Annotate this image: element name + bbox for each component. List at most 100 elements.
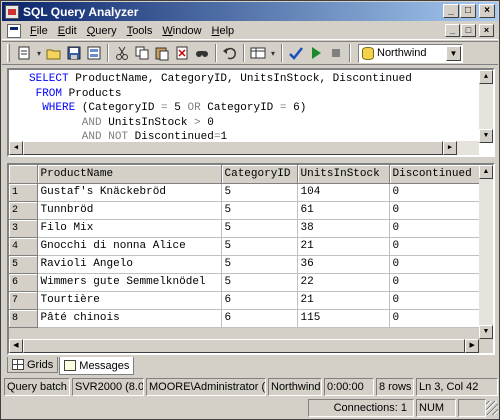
table-cell[interactable]: Pâté chinois	[37, 309, 222, 328]
table-cell[interactable]: 115	[297, 309, 390, 328]
resize-grip-icon[interactable]	[486, 401, 498, 415]
child-restore-button[interactable]: □	[461, 24, 476, 37]
column-header-unitsinstock[interactable]: UnitsInStock	[297, 165, 390, 184]
table-row[interactable]: 2 Tunnbröd 5 61 0	[9, 201, 480, 220]
child-close-button[interactable]: ×	[479, 24, 494, 37]
table-cell[interactable]: 5	[221, 201, 298, 220]
scroll-right-icon[interactable]: ▶	[443, 141, 457, 155]
grid-vertical-scrollbar[interactable]: ▲ ▼	[479, 165, 493, 339]
row-number[interactable]: 2	[9, 201, 38, 220]
column-header-categoryid[interactable]: CategoryID	[221, 165, 298, 184]
row-number[interactable]: 4	[9, 237, 38, 256]
table-cell[interactable]: 5	[221, 237, 298, 256]
menu-file[interactable]: File	[25, 25, 53, 37]
parse-icon[interactable]	[286, 43, 306, 63]
table-cell[interactable]: Ravioli Angelo	[37, 255, 222, 274]
copy-icon[interactable]	[132, 43, 152, 63]
sql-editor[interactable]: SELECT ProductName, CategoryID, UnitsInS…	[7, 68, 495, 157]
cut-icon[interactable]	[112, 43, 132, 63]
table-cell[interactable]: 0	[389, 219, 480, 238]
sql-line[interactable]: FROM Products	[29, 87, 412, 102]
row-number[interactable]: 5	[9, 255, 38, 274]
maximize-button[interactable]: □	[460, 4, 476, 18]
table-cell[interactable]: Gustaf's Knäckebröd	[37, 183, 222, 202]
tab-messages[interactable]: Messages	[59, 357, 135, 375]
minimize-button[interactable]: _	[443, 4, 459, 18]
menu-window[interactable]: Window	[157, 25, 206, 37]
menu-help[interactable]: Help	[207, 25, 240, 37]
new-query-dropdown-icon[interactable]: ▾	[34, 43, 44, 63]
table-cell[interactable]: Tunnbröd	[37, 201, 222, 220]
table-row[interactable]: 5 Ravioli Angelo 5 36 0	[9, 255, 480, 274]
table-row[interactable]: 3 Filo Mix 5 38 0	[9, 219, 480, 238]
table-cell[interactable]: 6	[221, 309, 298, 328]
table-row[interactable]: 8 Pâté chinois 6 115 0	[9, 309, 480, 328]
menu-query[interactable]: Query	[82, 25, 122, 37]
table-cell[interactable]: Gnocchi di nonna Alice	[37, 237, 222, 256]
close-button[interactable]: ×	[479, 4, 495, 18]
table-row[interactable]: 7 Tourtière 6 21 0	[9, 291, 480, 310]
column-header-productname[interactable]: ProductName	[37, 165, 222, 184]
table-cell[interactable]: 5	[221, 273, 298, 292]
table-cell[interactable]: 0	[389, 201, 480, 220]
table-cell[interactable]: 5	[221, 219, 298, 238]
document-icon[interactable]	[7, 23, 21, 38]
scroll-down-icon[interactable]: ▼	[479, 325, 493, 339]
results-mode-dropdown-icon[interactable]: ▾	[268, 43, 278, 63]
child-minimize-button[interactable]: _	[445, 24, 460, 37]
table-cell[interactable]: 0	[389, 309, 480, 328]
app-icon[interactable]	[5, 4, 19, 19]
row-number[interactable]: 1	[9, 183, 38, 202]
results-grid[interactable]: ProductName CategoryID UnitsInStock Disc…	[7, 163, 495, 355]
scroll-thumb[interactable]	[22, 339, 466, 353]
row-number[interactable]: 8	[9, 309, 38, 328]
title-bar[interactable]: SQL Query Analyzer _ □ ×	[2, 2, 498, 21]
row-number[interactable]: 3	[9, 219, 38, 238]
row-number[interactable]: 7	[9, 291, 38, 310]
table-cell[interactable]: Filo Mix	[37, 219, 222, 238]
row-number[interactable]: 6	[9, 273, 38, 292]
sql-line[interactable]: WHERE (CategoryID = 5 OR CategoryID = 6)	[29, 101, 412, 116]
table-cell[interactable]: 0	[389, 237, 480, 256]
sql-vertical-scrollbar[interactable]: ▲ ▼	[479, 70, 493, 143]
table-cell[interactable]: 0	[389, 273, 480, 292]
database-select[interactable]: Northwind ▼	[358, 43, 463, 63]
grid-horizontal-scrollbar[interactable]: ◀ ▶	[9, 339, 480, 353]
table-row[interactable]: 4 Gnocchi di nonna Alice 5 21 0	[9, 237, 480, 256]
sql-line[interactable]: SELECT ProductName, CategoryID, UnitsInS…	[29, 72, 412, 87]
row-header-corner[interactable]	[9, 165, 38, 184]
table-cell[interactable]: 0	[389, 183, 480, 202]
table-cell[interactable]: Wimmers gute Semmelknödel	[37, 273, 222, 292]
undo-icon[interactable]	[220, 43, 240, 63]
clear-icon[interactable]	[172, 43, 192, 63]
find-icon[interactable]	[192, 43, 212, 63]
table-cell[interactable]: 22	[297, 273, 390, 292]
tab-grids[interactable]: Grids	[7, 357, 59, 373]
paste-icon[interactable]	[152, 43, 172, 63]
save-icon[interactable]	[64, 43, 84, 63]
scroll-up-icon[interactable]: ▲	[479, 165, 493, 179]
table-cell[interactable]: 0	[389, 255, 480, 274]
table-cell[interactable]: 21	[297, 291, 390, 310]
scroll-left-icon[interactable]: ◀	[9, 141, 23, 155]
table-row[interactable]: 1 Gustaf's Knäckebröd 5 104 0	[9, 183, 480, 202]
open-icon[interactable]	[44, 43, 64, 63]
table-cell[interactable]: 5	[221, 183, 298, 202]
scroll-right-icon[interactable]: ▶	[465, 339, 480, 353]
menu-tools[interactable]: Tools	[122, 25, 158, 37]
sql-line[interactable]: AND UnitsInStock > 0	[29, 116, 412, 131]
table-cell[interactable]: Tourtière	[37, 291, 222, 310]
new-query-icon[interactable]	[14, 43, 34, 63]
insert-template-icon[interactable]	[84, 43, 104, 63]
stop-icon[interactable]	[326, 43, 346, 63]
scroll-left-icon[interactable]: ◀	[9, 339, 23, 353]
menu-edit[interactable]: Edit	[53, 25, 82, 37]
table-cell[interactable]: 0	[389, 291, 480, 310]
table-cell[interactable]: 38	[297, 219, 390, 238]
scroll-up-icon[interactable]: ▲	[479, 70, 493, 84]
table-cell[interactable]: 6	[221, 291, 298, 310]
table-cell[interactable]: 61	[297, 201, 390, 220]
sql-horizontal-scrollbar[interactable]: ◀ ▶	[9, 141, 479, 155]
table-cell[interactable]: 21	[297, 237, 390, 256]
table-row[interactable]: 6 Wimmers gute Semmelknödel 5 22 0	[9, 273, 480, 292]
